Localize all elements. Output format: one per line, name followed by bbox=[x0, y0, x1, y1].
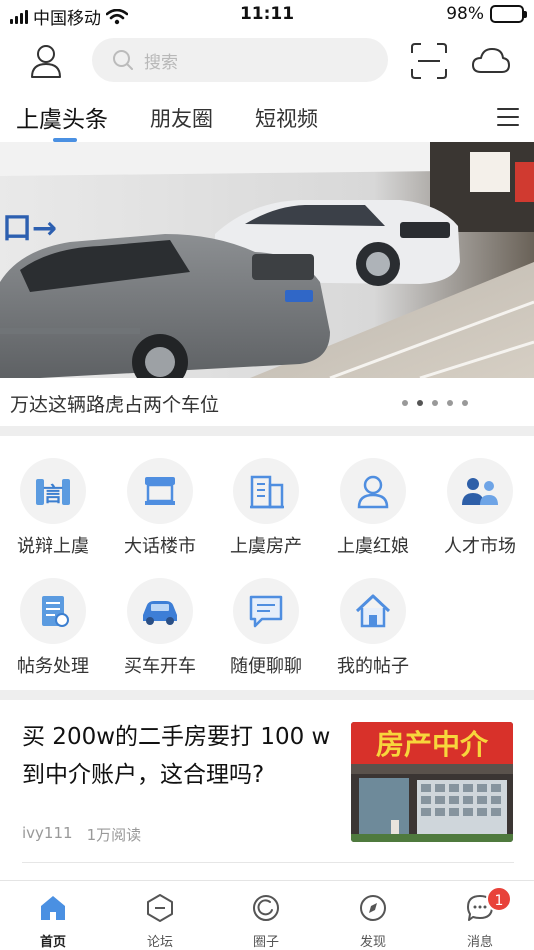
grid-label: 上虞红娘 bbox=[337, 536, 409, 557]
grid-item-chat[interactable]: 随便聊聊 bbox=[213, 578, 319, 688]
forum-icon bbox=[147, 894, 173, 922]
grid-item-cars[interactable]: 买车开车 bbox=[107, 578, 213, 688]
tabbar-label: 发现 bbox=[359, 935, 386, 950]
carousel-indicator bbox=[402, 400, 468, 406]
article-author: ivy111 bbox=[22, 824, 73, 842]
svg-text:言: 言 bbox=[43, 482, 63, 506]
tabbar-label: 论坛 bbox=[146, 935, 173, 950]
section-divider bbox=[0, 690, 534, 700]
document-icon bbox=[20, 578, 86, 644]
grid-label: 人才市场 bbox=[444, 536, 516, 557]
business-people-icon bbox=[447, 458, 513, 524]
tab-moments[interactable]: 朋友圈 bbox=[150, 103, 213, 133]
article-meta: ivy111 1万阅读 bbox=[22, 824, 141, 845]
carousel-dot bbox=[447, 400, 453, 406]
grid-label: 上虞房产 bbox=[230, 536, 302, 557]
chat-icon bbox=[233, 578, 299, 644]
tabbar-messages[interactable]: 消息 1 bbox=[440, 886, 520, 950]
discover-icon bbox=[360, 895, 386, 921]
battery-percent: 98% bbox=[446, 4, 484, 24]
car-icon bbox=[127, 578, 193, 644]
header: 搜索 bbox=[0, 30, 534, 92]
carousel-dot bbox=[432, 400, 438, 406]
unread-badge: 1 bbox=[486, 886, 512, 912]
thumbnail-sign-text: 房产中介 bbox=[376, 728, 489, 761]
tabbar-label: 首页 bbox=[39, 935, 66, 950]
building-icon bbox=[233, 458, 299, 524]
grid-item-property-talk[interactable]: 大话楼市 bbox=[107, 458, 213, 568]
cloud-icon[interactable] bbox=[471, 44, 511, 78]
grid-label: 随便聊聊 bbox=[230, 656, 302, 677]
grid-item-my-posts[interactable]: 我的帖子 bbox=[320, 578, 426, 688]
article-card[interactable]: 买 200w的二手房要打 100 w到中介账户，这合理吗? ivy111 1万阅… bbox=[0, 700, 534, 865]
house-icon bbox=[340, 578, 406, 644]
scan-icon[interactable] bbox=[410, 42, 448, 80]
grid-label: 大话楼市 bbox=[124, 536, 196, 557]
banner-caption[interactable]: 万达这辆路虎占两个车位 bbox=[10, 390, 219, 417]
grid-label: 帖务处理 bbox=[17, 656, 89, 677]
home-icon bbox=[41, 896, 65, 920]
circle-icon bbox=[253, 895, 279, 921]
user-icon[interactable] bbox=[26, 42, 66, 80]
grid-item-debate[interactable]: 言 说辩上虞 bbox=[0, 458, 106, 568]
tabbar-home[interactable]: 首页 bbox=[13, 893, 93, 950]
article-title[interactable]: 买 200w的二手房要打 100 w到中介账户，这合理吗? bbox=[22, 718, 332, 794]
status-bar: 中国移动 11:11 98% bbox=[0, 0, 534, 30]
tabbar-discover[interactable]: 发现 bbox=[333, 893, 413, 950]
kiosk-icon bbox=[127, 458, 193, 524]
tabbar-forum[interactable]: 论坛 bbox=[120, 893, 200, 950]
svg-text:口→: 口→ bbox=[2, 211, 57, 246]
status-right: 98% bbox=[446, 4, 527, 24]
article-thumbnail[interactable]: 房产中介 bbox=[351, 722, 513, 842]
grid-label: 说辩上虞 bbox=[17, 536, 89, 557]
carousel-dot bbox=[402, 400, 408, 406]
carousel-dot-active bbox=[417, 400, 423, 406]
banner-image[interactable]: 口→ bbox=[0, 142, 534, 378]
grid-label: 买车开车 bbox=[124, 656, 196, 677]
search-icon bbox=[113, 50, 133, 70]
grid-item-job-market[interactable]: 人才市场 bbox=[427, 458, 533, 568]
grid-label: 我的帖子 bbox=[337, 656, 409, 677]
battery-charging-icon bbox=[490, 5, 527, 23]
debate-icon: 言 bbox=[20, 458, 86, 524]
tabbar-label: 消息 bbox=[466, 935, 493, 950]
banner-caption-row: 万达这辆路虎占两个车位 bbox=[0, 378, 534, 428]
tab-short-video[interactable]: 短视频 bbox=[255, 103, 318, 133]
carousel-dot bbox=[462, 400, 468, 406]
grid-item-post-affairs[interactable]: 帖务处理 bbox=[0, 578, 106, 688]
channel-tabs: 上虞头条 朋友圈 短视频 bbox=[0, 92, 534, 142]
search-input[interactable]: 搜索 bbox=[92, 38, 388, 82]
tabbar-label: 圈子 bbox=[252, 935, 279, 950]
article-divider bbox=[22, 862, 514, 863]
grid-item-real-estate[interactable]: 上虞房产 bbox=[213, 458, 319, 568]
article-reads: 1万阅读 bbox=[86, 826, 142, 844]
tabbar-circle[interactable]: 圈子 bbox=[226, 893, 306, 950]
search-placeholder: 搜索 bbox=[144, 52, 178, 73]
grid-item-matchmaker[interactable]: 上虞红娘 bbox=[320, 458, 426, 568]
people-icon bbox=[340, 458, 406, 524]
tab-headlines[interactable]: 上虞头条 bbox=[16, 100, 108, 134]
menu-icon[interactable] bbox=[497, 108, 519, 126]
bottom-tab-bar: 首页 论坛 圈子 发现 消息 1 bbox=[0, 880, 534, 950]
section-divider bbox=[0, 426, 534, 436]
